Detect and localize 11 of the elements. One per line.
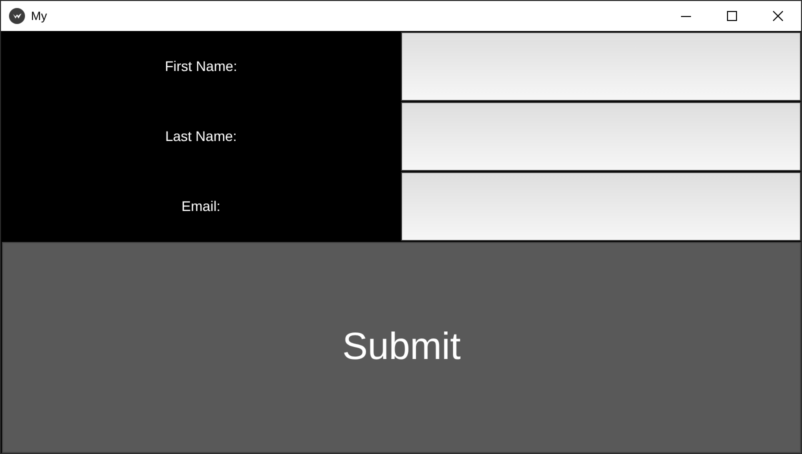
- close-icon[interactable]: [773, 11, 783, 21]
- field-label: Last Name:: [165, 128, 237, 144]
- input-field[interactable]: [401, 172, 801, 241]
- input-field[interactable]: [401, 102, 801, 171]
- app-logo-icon: [9, 8, 25, 24]
- field-label: First Name:: [164, 58, 238, 74]
- window-title: My: [31, 9, 47, 23]
- input-field[interactable]: [401, 32, 801, 101]
- field-label: Email:: [182, 198, 220, 214]
- submit-button[interactable]: Submit: [2, 242, 801, 453]
- maximize-icon[interactable]: [727, 11, 737, 21]
